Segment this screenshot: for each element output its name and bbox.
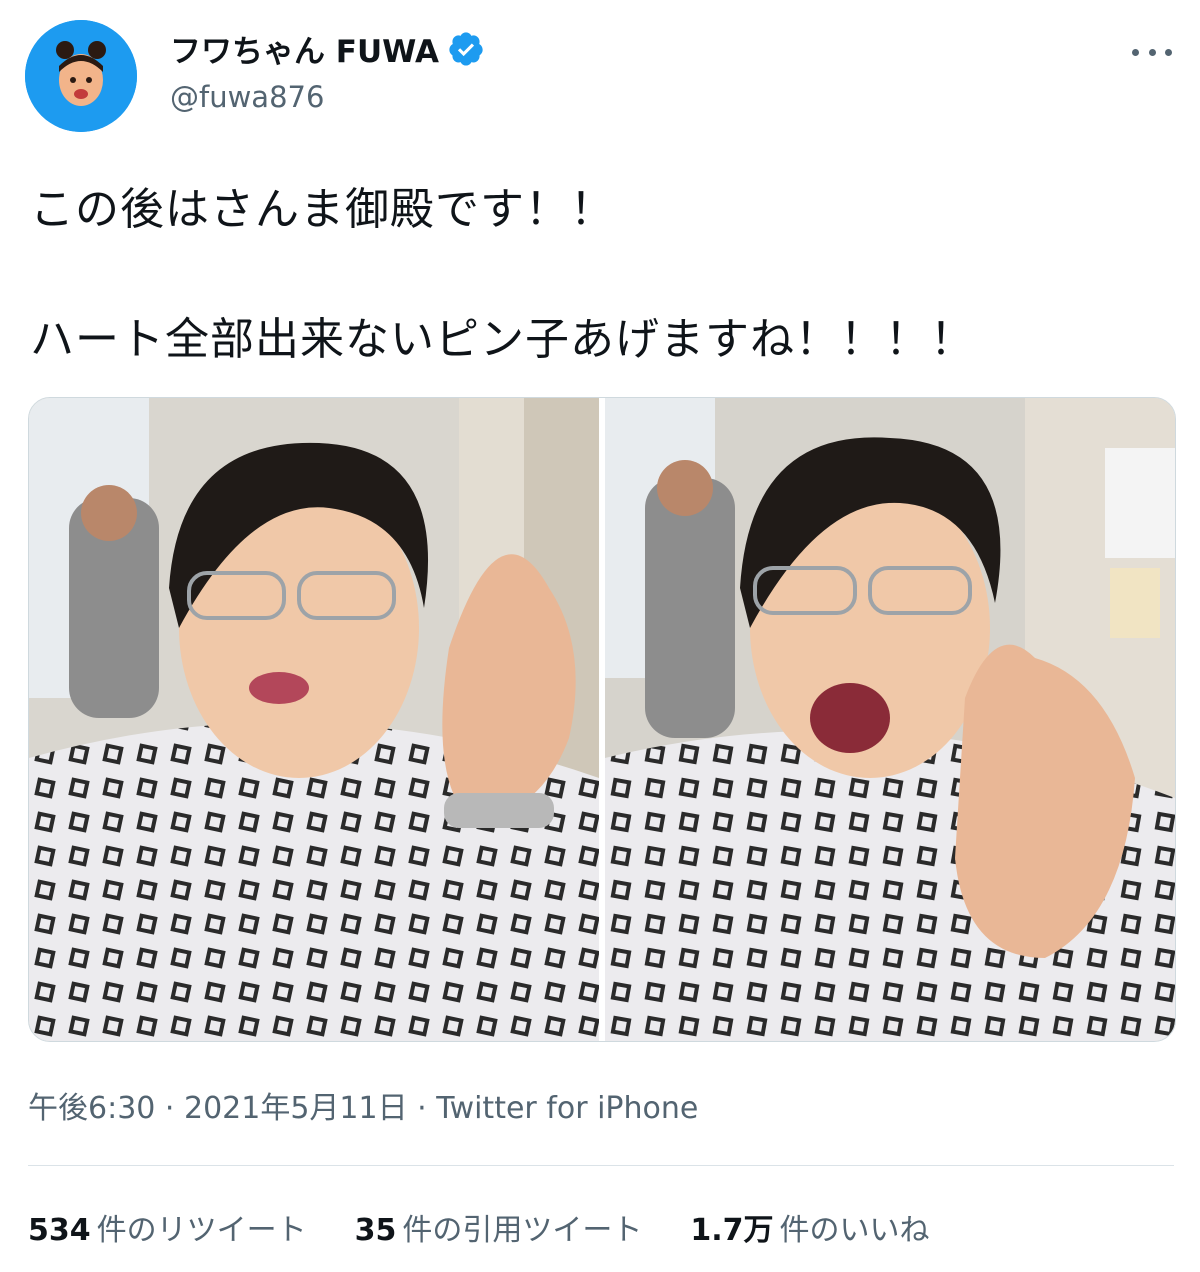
- stat-label: 件の引用ツイート: [402, 1213, 643, 1248]
- stat-count: 35: [354, 1213, 397, 1248]
- meta-separator: ·: [407, 1091, 437, 1126]
- timestamp[interactable]: 午後6:30 · 2021年5月11日: [28, 1091, 408, 1126]
- tweet-header: フワちゃん FUWA @fuwa876: [0, 0, 1200, 140]
- photo-right[interactable]: [605, 398, 1175, 1041]
- quote-tweets-stat[interactable]: 35 件の引用ツイート: [355, 1205, 643, 1249]
- tweet-meta: 午後6:30 · 2021年5月11日 · Twitter for iPhone: [28, 1083, 698, 1127]
- photo-right-image: [605, 398, 1175, 1041]
- tweet-source[interactable]: Twitter for iPhone: [436, 1091, 698, 1126]
- stat-count: 534: [28, 1213, 91, 1248]
- photo-left[interactable]: [29, 398, 599, 1041]
- retweets-stat[interactable]: 534 件のリツイート: [28, 1205, 307, 1249]
- tweet-stats: 534 件のリツイート 35 件の引用ツイート 1.7万 件のいいね: [28, 1205, 930, 1249]
- display-name-text[interactable]: フワちゃん FUWA: [170, 26, 439, 71]
- more-dot: [1165, 48, 1172, 56]
- more-dots-icon[interactable]: [1132, 40, 1172, 64]
- verified-badge-icon: [449, 31, 483, 66]
- likes-stat[interactable]: 1.7万 件のいいね: [690, 1205, 929, 1249]
- stat-label: 件のいいね: [779, 1213, 930, 1248]
- avatar-illustration: [25, 20, 137, 132]
- stat-count: 1.7万: [690, 1213, 774, 1248]
- tweet-text-line: この後はさんま御殿です！！: [30, 184, 615, 235]
- media-grid: [28, 397, 1176, 1042]
- avatar[interactable]: [25, 20, 137, 132]
- tweet-text: この後はさんま御殿です！！ ハート全部出来ないピン子あげますね！！！！: [30, 175, 1180, 375]
- photo-left-image: [29, 398, 599, 1041]
- tweet-text-line: ハート全部出来ないピン子あげますね！！！！: [30, 314, 975, 365]
- display-name[interactable]: フワちゃん FUWA: [170, 26, 485, 71]
- stat-label: 件のリツイート: [96, 1213, 307, 1248]
- divider: [28, 1165, 1174, 1166]
- user-handle[interactable]: @fuwa876: [170, 80, 324, 114]
- more-dot: [1148, 48, 1156, 56]
- more-dot: [1132, 48, 1139, 56]
